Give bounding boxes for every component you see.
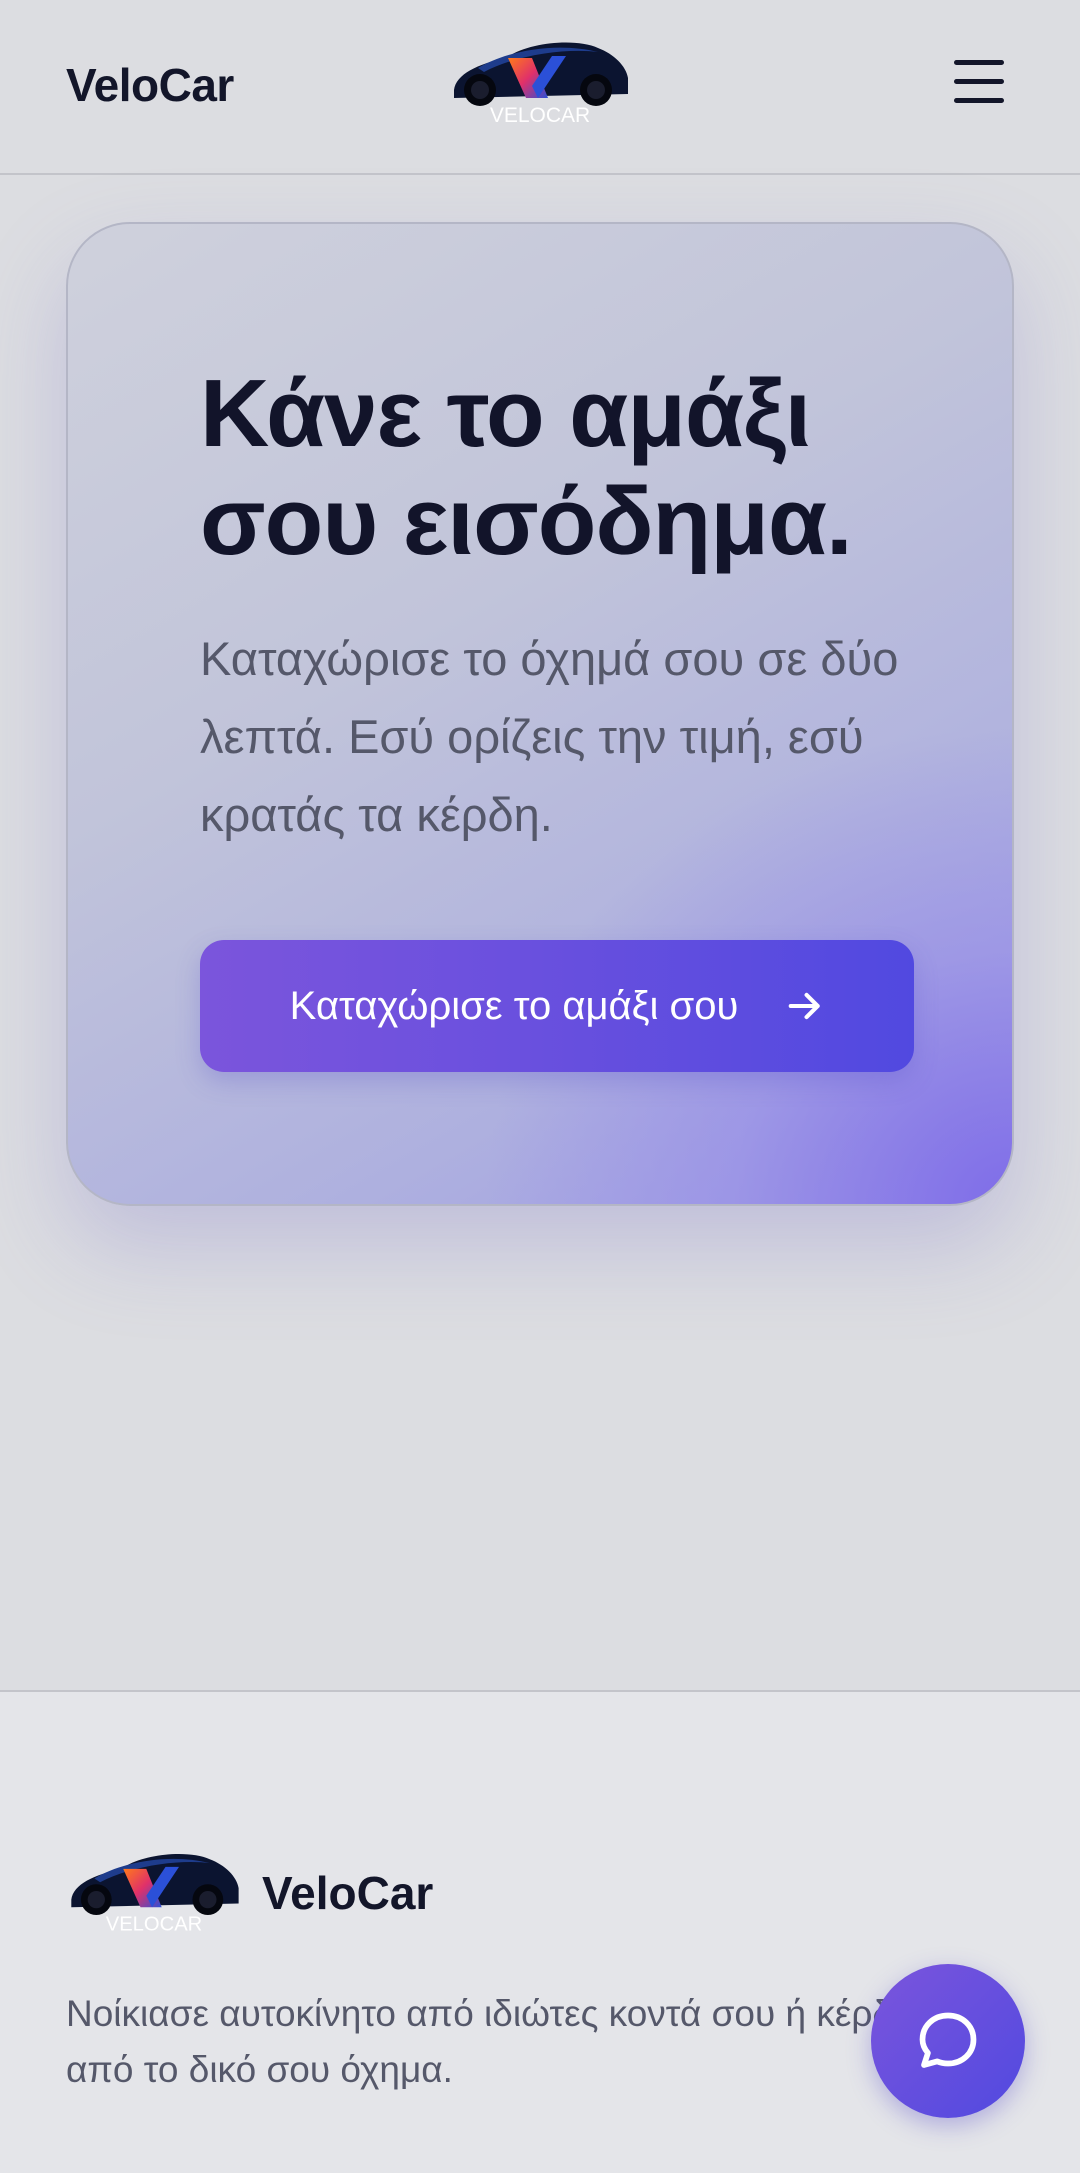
- footer-velocar-logo[interactable]: VELOCAR: [64, 1840, 244, 1940]
- velocar-logo[interactable]: VELOCAR: [448, 28, 632, 132]
- top-header: VeloCar VELOCAR: [0, 0, 1080, 175]
- brand-name[interactable]: VeloCar: [66, 58, 234, 112]
- hero-title: Κάνε το αμάξι σου εισόδημα.: [200, 360, 853, 575]
- list-car-button-label: Καταχώρισε το αμάξι σου: [289, 983, 739, 1028]
- footer-description: Νοίκιασε αυτοκίνητο από ιδιώτες κοντά σο…: [66, 1993, 941, 2090]
- svg-text:VELOCAR: VELOCAR: [106, 1913, 202, 1935]
- chat-bubble-icon: [919, 2012, 977, 2068]
- list-car-button[interactable]: Καταχώρισε το αμάξι σου: [200, 940, 914, 1072]
- hamburger-menu-icon[interactable]: [950, 54, 1010, 114]
- hero-subtitle: Καταχώρισε το όχημά σου σε δύο λεπτά. Εσ…: [200, 632, 899, 841]
- arrow-right-icon: [789, 992, 821, 1020]
- footer-brand-name: VeloCar: [262, 1867, 434, 1919]
- chat-button[interactable]: [871, 1964, 1025, 2118]
- svg-text:VELOCAR: VELOCAR: [490, 104, 590, 127]
